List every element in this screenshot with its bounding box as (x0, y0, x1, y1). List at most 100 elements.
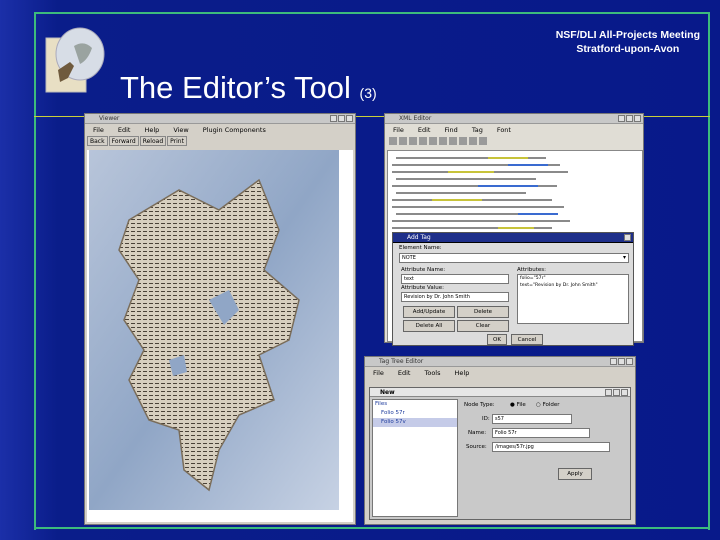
name-label: Name: (468, 430, 487, 436)
xml-editor-title: XML Editor (399, 115, 432, 122)
source-field[interactable]: /images/57r.jpg (492, 442, 610, 452)
tag-tree-editor-titlebar[interactable]: Tag Tree Editor (365, 357, 635, 367)
xml-editor-menubar: File Edit Find Tag Font (385, 124, 643, 136)
viewer-titlebar[interactable]: Viewer (85, 114, 355, 124)
close-icon[interactable] (624, 234, 631, 241)
frame-left-line (34, 12, 36, 530)
delete-button[interactable]: Delete (457, 306, 509, 318)
tree-node-folio-57v[interactable]: Folio 57v (373, 418, 457, 427)
viewer-title: Viewer (99, 115, 120, 122)
close-icon[interactable] (346, 115, 353, 122)
list-item[interactable]: folio="57r" (518, 275, 628, 282)
xml-editor-toolbar (385, 136, 643, 147)
tag-tree[interactable]: Files Folio 57r Folio 57v (372, 399, 458, 517)
element-name-field[interactable]: NOTE ▾ (399, 253, 629, 263)
attributes-list[interactable]: folio="57r" text="Revision by Dr. John S… (517, 274, 629, 324)
meeting-location: Stratford-upon-Avon (576, 43, 680, 55)
new-document-frame: New Files Folio 57r Folio 57v Node Type:… (369, 387, 631, 520)
frame-right-line (708, 12, 710, 530)
viewer-menubar: File Edit Help View Plugin Components (85, 124, 355, 136)
maximize-icon[interactable] (618, 358, 625, 365)
frame-bottom-line (34, 527, 710, 529)
list-item[interactable]: text="Revision by Dr. John Smith" (518, 282, 628, 289)
attribute-value-field[interactable]: Revision by Dr. John Smith (401, 292, 509, 302)
close-icon[interactable] (621, 389, 628, 396)
id-label: ID: (482, 416, 490, 422)
attributes-label: Attributes: (517, 267, 547, 273)
attribute-name-field[interactable]: text (401, 274, 509, 284)
manuscript-image-area[interactable] (87, 150, 353, 522)
close-icon[interactable] (634, 115, 641, 122)
minimize-icon[interactable] (610, 358, 617, 365)
slide-title: The Editor’s Tool (3) (120, 70, 377, 106)
cancel-button[interactable]: Cancel (511, 334, 543, 345)
maximize-icon[interactable] (338, 115, 345, 122)
maximize-icon[interactable] (613, 389, 620, 396)
node-type-file-label: File (516, 402, 526, 408)
minimize-icon[interactable] (605, 389, 612, 396)
add-update-button[interactable]: Add/Update (403, 306, 455, 318)
menu-find[interactable]: Find (444, 124, 457, 136)
element-name-value: NOTE (402, 255, 416, 261)
minimize-icon[interactable] (330, 115, 337, 122)
new-document-title: New (380, 389, 395, 396)
node-type-label: Node Type: (464, 402, 495, 408)
node-type-folder-radio[interactable]: ○ Folder (536, 402, 560, 408)
add-tag-titlebar[interactable]: Add Tag (393, 233, 633, 243)
menu-file[interactable]: File (93, 124, 104, 136)
tag-tree-editor-menubar: File Edit Tools Help (365, 367, 635, 379)
manuscript-logo-icon (45, 27, 105, 93)
menu-tools[interactable]: Tools (424, 367, 440, 379)
attribute-name-label: Attribute Name: (401, 267, 446, 273)
minimize-icon[interactable] (618, 115, 625, 122)
menu-file[interactable]: File (393, 124, 404, 136)
menu-file[interactable]: File (373, 367, 384, 379)
menu-help[interactable]: Help (144, 124, 159, 136)
viewer-toolbar: Back Forward Reload Print (85, 136, 355, 147)
attribute-value-value: Revision by Dr. John Smith (404, 294, 470, 300)
meeting-header: NSF/DLI All-Projects Meeting Stratford-u… (556, 28, 700, 56)
tree-node-folio-57r[interactable]: Folio 57r (373, 409, 457, 418)
chevron-down-icon[interactable]: ▾ (623, 254, 626, 262)
menu-tag[interactable]: Tag (472, 124, 483, 136)
ok-button[interactable]: OK (487, 334, 507, 345)
id-field[interactable]: s57 (492, 414, 572, 424)
source-value: /images/57r.jpg (495, 444, 534, 450)
menu-font[interactable]: Font (497, 124, 511, 136)
tag-tree-editor-window: Tag Tree Editor File Edit Tools Help New… (364, 356, 636, 525)
apply-button[interactable]: Apply (558, 468, 592, 480)
meeting-name: NSF/DLI All-Projects Meeting (555, 29, 700, 41)
slide-title-suffix: (3) (359, 85, 377, 101)
node-type-file-radio[interactable]: ● File (510, 402, 526, 408)
reload-button[interactable]: Reload (139, 136, 167, 146)
menu-view[interactable]: View (173, 124, 188, 136)
element-name-label: Element Name: (399, 245, 442, 251)
toolbar-icons (389, 137, 487, 145)
print-button[interactable]: Print (167, 136, 187, 146)
menu-edit[interactable]: Edit (418, 124, 431, 136)
tag-tree-editor-title: Tag Tree Editor (379, 358, 424, 365)
close-icon[interactable] (626, 358, 633, 365)
manuscript-fragment-image (89, 150, 339, 510)
attribute-name-value: text (404, 276, 414, 282)
menu-help[interactable]: Help (455, 367, 470, 379)
name-value: Folio 57r (495, 430, 517, 436)
new-document-titlebar[interactable]: New (370, 388, 630, 397)
viewer-window: Viewer File Edit Help View Plugin Compon… (84, 113, 356, 525)
id-value: s57 (495, 416, 504, 422)
menu-edit[interactable]: Edit (398, 367, 411, 379)
back-button[interactable]: Back (87, 136, 108, 146)
clear-button[interactable]: Clear (457, 320, 509, 332)
maximize-icon[interactable] (626, 115, 633, 122)
source-label: Source: (466, 444, 487, 450)
tree-node-files[interactable]: Files (373, 400, 457, 409)
add-tag-dialog: Add Tag Element Name: NOTE ▾ Attribute N… (392, 232, 634, 346)
forward-button[interactable]: Forward (108, 136, 139, 146)
menu-plugin-components[interactable]: Plugin Components (203, 124, 266, 136)
menu-edit[interactable]: Edit (118, 124, 131, 136)
xml-editor-titlebar[interactable]: XML Editor (385, 114, 643, 124)
name-field[interactable]: Folio 57r (492, 428, 590, 438)
delete-all-button[interactable]: Delete All (403, 320, 455, 332)
add-tag-title: Add Tag (407, 234, 431, 241)
node-type-folder-label: Folder (542, 402, 560, 408)
